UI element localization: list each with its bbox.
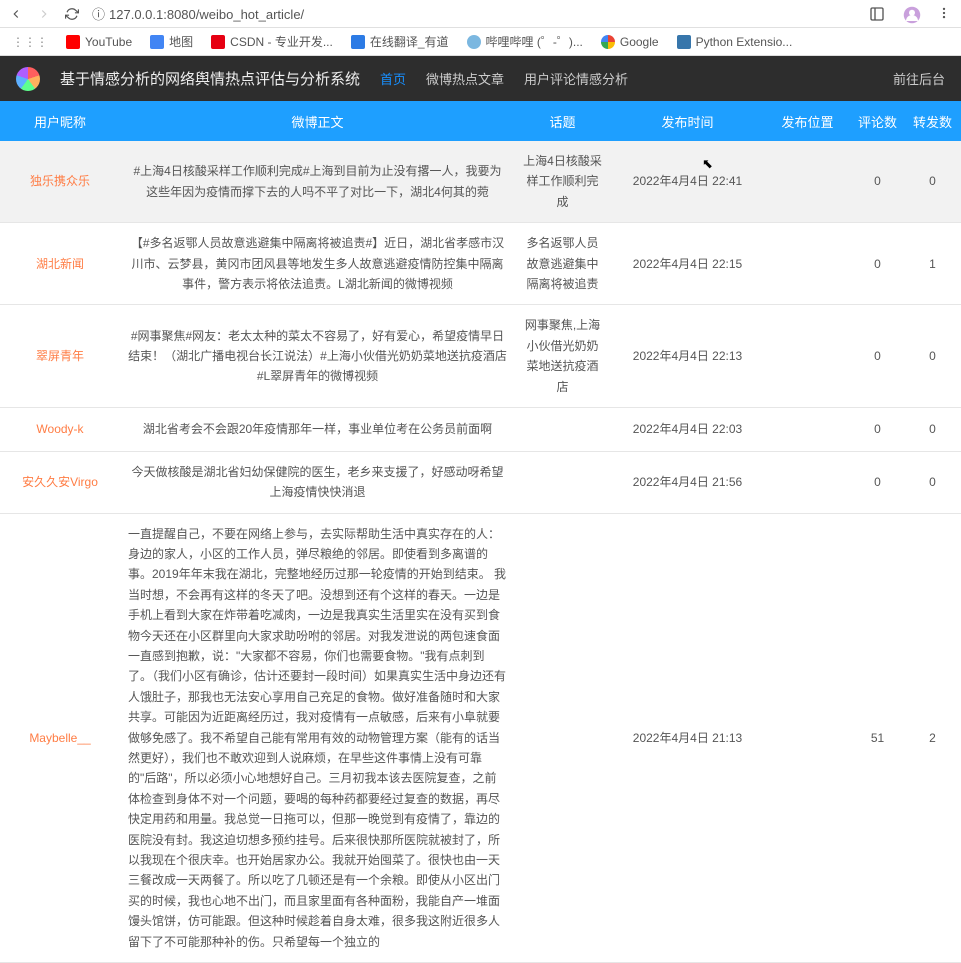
table-row[interactable]: Maybelle__ 一直提醒自己，不要在网络上参与，去实际帮助生活中真实存在的… bbox=[0, 514, 961, 963]
cell-topic: 上海4日核酸采样工作顺利完成 bbox=[515, 151, 610, 212]
bookmark-favicon bbox=[467, 35, 481, 49]
cell-repost: 2 bbox=[905, 728, 960, 748]
bookmarks-bar: ⋮⋮⋮ YouTube 地图 CSDN - 专业开发... 在线翻译_有道 哔哩哔哩 (… bbox=[0, 28, 961, 56]
nav-link[interactable]: 首页 bbox=[380, 69, 406, 88]
bookmark-item[interactable]: 地图 bbox=[150, 33, 193, 50]
bookmark-label: YouTube bbox=[85, 35, 132, 49]
reload-button[interactable] bbox=[64, 6, 80, 22]
app-logo bbox=[16, 67, 40, 91]
weibo-table: 用户昵称 微博正文 话题 发布时间 发布位置 评论数 转发数 独乐携众乐 #上海… bbox=[0, 101, 961, 963]
table-row[interactable]: 独乐携众乐 #上海4日核酸采样工作顺利完成#上海到目前为止没有撂一人，我要为这些… bbox=[0, 141, 961, 223]
cell-time: 2022年4月4日 22:15 bbox=[610, 254, 765, 274]
cell-comment: 0 bbox=[850, 171, 905, 191]
browser-address-bar: ⓘ127.0.0.1:8080/weibo_hot_article/ bbox=[0, 0, 961, 28]
bookmark-item[interactable]: 在线翻译_有道 bbox=[351, 33, 449, 50]
cell-user: 独乐携众乐 bbox=[0, 171, 120, 191]
cell-comment: 51 bbox=[850, 728, 905, 748]
cell-comment: 0 bbox=[850, 346, 905, 366]
system-title: 基于情感分析的网络舆情热点评估与分析系统 bbox=[60, 68, 360, 89]
bookmark-favicon bbox=[150, 35, 164, 49]
th-comment: 评论数 bbox=[850, 112, 905, 131]
cell-comment: 0 bbox=[850, 472, 905, 492]
url-field[interactable]: ⓘ127.0.0.1:8080/weibo_hot_article/ bbox=[92, 4, 851, 23]
cell-text: 湖北省考会不会跟20年疫情那年一样，事业单位考在公务员前面啊 bbox=[120, 419, 515, 439]
th-topic: 话题 bbox=[515, 112, 610, 131]
nav-link[interactable]: 微博热点文章 bbox=[426, 69, 504, 88]
cell-time: 2022年4月4日 22:03 bbox=[610, 419, 765, 439]
cell-user: 安久久安Virgo bbox=[0, 472, 120, 492]
bookmark-favicon bbox=[211, 35, 225, 49]
not-secure-icon: ⓘ bbox=[92, 7, 105, 22]
bookmark-favicon bbox=[677, 35, 691, 49]
cell-repost: 0 bbox=[905, 171, 960, 191]
bookmark-item[interactable]: CSDN - 专业开发... bbox=[211, 33, 333, 50]
app-header: 基于情感分析的网络舆情热点评估与分析系统 首页 微博热点文章 用户评论情感分析 前往… bbox=[0, 56, 961, 101]
bookmark-item[interactable]: YouTube bbox=[66, 33, 132, 50]
bookmark-label: 地图 bbox=[169, 33, 193, 50]
cell-time: 2022年4月4日 22:41 bbox=[610, 171, 765, 191]
cell-time: 2022年4月4日 21:13 bbox=[610, 728, 765, 748]
menu-icon[interactable] bbox=[937, 6, 953, 22]
cell-repost: 0 bbox=[905, 419, 960, 439]
backend-link[interactable]: 前往后台 bbox=[893, 69, 945, 88]
bookmark-favicon bbox=[351, 35, 365, 49]
th-time: 发布时间 bbox=[610, 112, 765, 131]
apps-icon[interactable]: ⋮⋮⋮ bbox=[12, 35, 48, 49]
share-icon[interactable] bbox=[869, 6, 885, 22]
cell-text: #网事聚焦#网友：老太太种的菜太不容易了，好有爱心，希望疫情早日结束！（湖北广播… bbox=[120, 326, 515, 387]
cell-user: 翠屏青年 bbox=[0, 346, 120, 366]
th-user: 用户昵称 bbox=[0, 112, 120, 131]
bookmark-favicon bbox=[66, 35, 80, 49]
bookmark-label: CSDN - 专业开发... bbox=[230, 33, 333, 50]
bookmark-label: 哔哩哔哩 (゜-゜)... bbox=[486, 33, 583, 50]
th-text: 微博正文 bbox=[120, 112, 515, 131]
cell-comment: 0 bbox=[850, 419, 905, 439]
th-loc: 发布位置 bbox=[765, 112, 850, 131]
table-row[interactable]: Woody-k 湖北省考会不会跟20年疫情那年一样，事业单位考在公务员前面啊 2… bbox=[0, 408, 961, 452]
table-row[interactable]: 安久久安Virgo 今天做核酸是湖北省妇幼保健院的医生，老乡来支援了，好感动呀希… bbox=[0, 452, 961, 514]
cell-user: Maybelle__ bbox=[0, 728, 120, 748]
bookmark-item[interactable]: 哔哩哔哩 (゜-゜)... bbox=[467, 33, 583, 50]
profile-avatar[interactable] bbox=[903, 6, 919, 22]
cell-time: 2022年4月4日 21:56 bbox=[610, 472, 765, 492]
cell-text: 今天做核酸是湖北省妇幼保健院的医生，老乡来支援了，好感动呀希望上海疫情快快消退 bbox=[120, 462, 515, 503]
bookmark-favicon bbox=[601, 35, 615, 49]
cell-user: Woody-k bbox=[0, 419, 120, 439]
table-header: 用户昵称 微博正文 话题 发布时间 发布位置 评论数 转发数 bbox=[0, 101, 961, 141]
bookmark-label: Python Extensio... bbox=[696, 35, 793, 49]
cell-topic: 多名返鄂人员故意逃避集中隔离将被追责 bbox=[515, 233, 610, 294]
cell-user: 湖北新闻 bbox=[0, 254, 120, 274]
table-row[interactable]: 翠屏青年 #网事聚焦#网友：老太太种的菜太不容易了，好有爱心，希望疫情早日结束！… bbox=[0, 305, 961, 408]
th-repost: 转发数 bbox=[905, 112, 960, 131]
cell-text: #上海4日核酸采样工作顺利完成#上海到目前为止没有撂一人，我要为这些年因为疫情而… bbox=[120, 161, 515, 202]
cell-topic: 网事聚焦,上海小伙借光奶奶菜地送抗疫酒店 bbox=[515, 315, 610, 397]
bookmark-item[interactable]: Python Extensio... bbox=[677, 33, 793, 50]
cell-repost: 1 bbox=[905, 254, 960, 274]
bookmark-label: Google bbox=[620, 35, 659, 49]
cell-time: 2022年4月4日 22:13 bbox=[610, 346, 765, 366]
back-button[interactable] bbox=[8, 6, 24, 22]
table-row[interactable]: 湖北新闻 【#多名返鄂人员故意逃避集中隔离将被追责#】近日，湖北省孝感市汉川市、… bbox=[0, 223, 961, 305]
cell-text: 一直提醒自己，不要在网络上参与，去实际帮助生活中真实存在的人：身边的家人，小区的… bbox=[120, 524, 515, 952]
cell-repost: 0 bbox=[905, 346, 960, 366]
bookmark-item[interactable]: Google bbox=[601, 33, 659, 50]
cell-comment: 0 bbox=[850, 254, 905, 274]
cell-repost: 0 bbox=[905, 472, 960, 492]
nav-link[interactable]: 用户评论情感分析 bbox=[524, 69, 628, 88]
cell-text: 【#多名返鄂人员故意逃避集中隔离将被追责#】近日，湖北省孝感市汉川市、云梦县，黄… bbox=[120, 233, 515, 294]
bookmark-label: 在线翻译_有道 bbox=[370, 33, 449, 50]
forward-button[interactable] bbox=[36, 6, 52, 22]
